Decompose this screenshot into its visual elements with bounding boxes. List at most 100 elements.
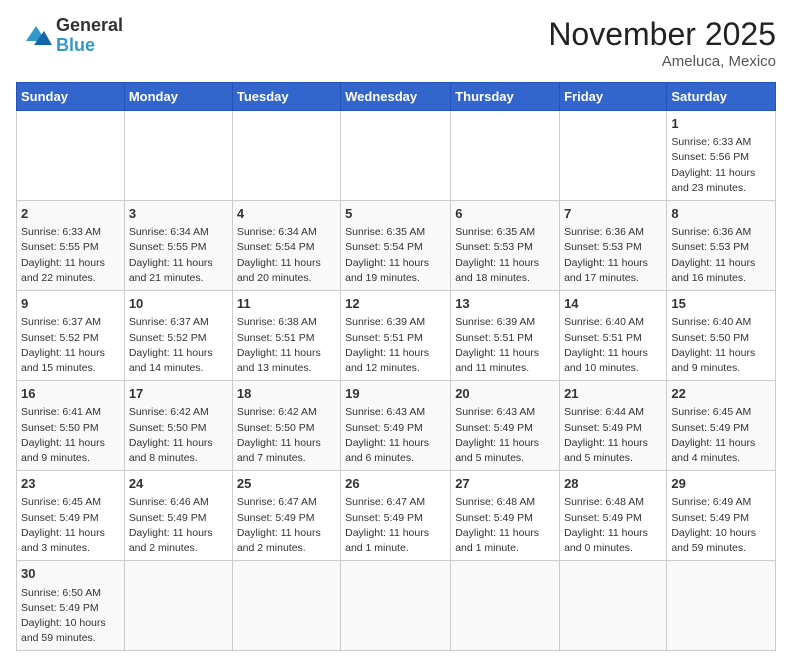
day-info: Sunrise: 6:34 AM Sunset: 5:55 PM Dayligh… bbox=[129, 225, 228, 286]
calendar-cell bbox=[124, 111, 232, 201]
calendar-cell: 16Sunrise: 6:41 AM Sunset: 5:50 PM Dayli… bbox=[17, 381, 125, 471]
calendar-cell bbox=[451, 111, 560, 201]
day-info: Sunrise: 6:33 AM Sunset: 5:55 PM Dayligh… bbox=[21, 225, 120, 286]
day-number: 13 bbox=[455, 295, 555, 313]
calendar-cell: 10 Sunrise: 6:37 AM Sunset: 5:52 PM Dayli… bbox=[124, 291, 232, 381]
calendar-cell: 13 Sunrise: 6:39 AM Sunset: 5:51 PM Dayli… bbox=[451, 291, 560, 381]
day-number: 12 bbox=[345, 295, 446, 313]
day-number: 2 bbox=[21, 205, 120, 223]
calendar-cell bbox=[451, 561, 560, 651]
weekday-header-sunday: Sunday bbox=[17, 83, 125, 111]
day-number: 5 bbox=[345, 205, 446, 223]
calendar-cell bbox=[341, 561, 451, 651]
day-info: Sunrise: 6:40 AM Sunset: 5:50 PM Dayligh… bbox=[671, 315, 771, 376]
calendar-cell: 14Sunrise: 6:40 AM Sunset: 5:51 PM Dayli… bbox=[560, 291, 667, 381]
weekday-header-monday: Monday bbox=[124, 83, 232, 111]
calendar-cell: 5 Sunrise: 6:35 AM Sunset: 5:54 PM Daylig… bbox=[341, 201, 451, 291]
day-number: 30 bbox=[21, 565, 120, 583]
calendar-cell bbox=[124, 561, 232, 651]
calendar-week-row: 2 Sunrise: 6:33 AM Sunset: 5:55 PM Daylig… bbox=[17, 201, 776, 291]
day-number: 6 bbox=[455, 205, 555, 223]
calendar-cell bbox=[232, 561, 340, 651]
calendar-cell bbox=[560, 561, 667, 651]
day-number: 16 bbox=[21, 385, 120, 403]
calendar-cell: 20Sunrise: 6:43 AM Sunset: 5:49 PM Dayli… bbox=[451, 381, 560, 471]
day-number: 18 bbox=[237, 385, 336, 403]
day-info: Sunrise: 6:35 AM Sunset: 5:54 PM Dayligh… bbox=[345, 225, 446, 286]
day-number: 17 bbox=[129, 385, 228, 403]
day-info: Sunrise: 6:45 AM Sunset: 5:49 PM Dayligh… bbox=[671, 405, 771, 466]
calendar-cell: 7 Sunrise: 6:36 AM Sunset: 5:53 PM Daylig… bbox=[560, 201, 667, 291]
day-number: 24 bbox=[129, 475, 228, 493]
day-number: 23 bbox=[21, 475, 120, 493]
calendar-cell: 29 Sunrise: 6:49 AM Sunset: 5:49 PM Dayli… bbox=[667, 471, 776, 561]
calendar-cell: 26 Sunrise: 6:47 AM Sunset: 5:49 PM Dayli… bbox=[341, 471, 451, 561]
calendar-cell bbox=[17, 111, 125, 201]
day-number: 4 bbox=[237, 205, 336, 223]
calendar-table: SundayMondayTuesdayWednesdayThursdayFrid… bbox=[16, 82, 776, 651]
day-number: 19 bbox=[345, 385, 446, 403]
day-info: Sunrise: 6:49 AM Sunset: 5:49 PM Dayligh… bbox=[671, 495, 771, 556]
calendar-week-row: 23 Sunrise: 6:45 AM Sunset: 5:49 PM Dayli… bbox=[17, 471, 776, 561]
page-header: General Blue November 2025 Ameluca, Mexi… bbox=[16, 16, 776, 70]
day-number: 8 bbox=[671, 205, 771, 223]
day-number: 14 bbox=[564, 295, 662, 313]
calendar-cell bbox=[560, 111, 667, 201]
day-number: 15 bbox=[671, 295, 771, 313]
day-info: Sunrise: 6:48 AM Sunset: 5:49 PM Dayligh… bbox=[455, 495, 555, 556]
day-info: Sunrise: 6:36 AM Sunset: 5:53 PM Dayligh… bbox=[671, 225, 771, 286]
weekday-header-thursday: Thursday bbox=[451, 83, 560, 111]
day-number: 1 bbox=[671, 115, 771, 133]
day-number: 25 bbox=[237, 475, 336, 493]
calendar-week-row: 16Sunrise: 6:41 AM Sunset: 5:50 PM Dayli… bbox=[17, 381, 776, 471]
calendar-cell bbox=[232, 111, 340, 201]
title-block: November 2025 Ameluca, Mexico bbox=[548, 16, 776, 70]
day-number: 10 bbox=[129, 295, 228, 313]
day-number: 7 bbox=[564, 205, 662, 223]
day-info: Sunrise: 6:39 AM Sunset: 5:51 PM Dayligh… bbox=[345, 315, 446, 376]
logo-text: General Blue bbox=[56, 16, 123, 56]
day-info: Sunrise: 6:48 AM Sunset: 5:49 PM Dayligh… bbox=[564, 495, 662, 556]
calendar-cell: 30Sunrise: 6:50 AM Sunset: 5:49 PM Dayli… bbox=[17, 561, 125, 651]
day-number: 9 bbox=[21, 295, 120, 313]
logo-blue: Blue bbox=[56, 35, 95, 55]
day-number: 26 bbox=[345, 475, 446, 493]
day-info: Sunrise: 6:36 AM Sunset: 5:53 PM Dayligh… bbox=[564, 225, 662, 286]
day-info: Sunrise: 6:45 AM Sunset: 5:49 PM Dayligh… bbox=[21, 495, 120, 556]
calendar-subtitle: Ameluca, Mexico bbox=[548, 53, 776, 70]
calendar-cell: 15 Sunrise: 6:40 AM Sunset: 5:50 PM Dayli… bbox=[667, 291, 776, 381]
calendar-cell: 28Sunrise: 6:48 AM Sunset: 5:49 PM Dayli… bbox=[560, 471, 667, 561]
day-info: Sunrise: 6:39 AM Sunset: 5:51 PM Dayligh… bbox=[455, 315, 555, 376]
calendar-cell: 25 Sunrise: 6:47 AM Sunset: 5:49 PM Dayli… bbox=[232, 471, 340, 561]
day-info: Sunrise: 6:43 AM Sunset: 5:49 PM Dayligh… bbox=[455, 405, 555, 466]
calendar-cell: 27 Sunrise: 6:48 AM Sunset: 5:49 PM Dayli… bbox=[451, 471, 560, 561]
day-info: Sunrise: 6:42 AM Sunset: 5:50 PM Dayligh… bbox=[129, 405, 228, 466]
calendar-cell: 4 Sunrise: 6:34 AM Sunset: 5:54 PM Daylig… bbox=[232, 201, 340, 291]
day-info: Sunrise: 6:46 AM Sunset: 5:49 PM Dayligh… bbox=[129, 495, 228, 556]
logo: General Blue bbox=[16, 16, 123, 56]
calendar-cell: 1Sunrise: 6:33 AM Sunset: 5:56 PM Daylig… bbox=[667, 111, 776, 201]
day-number: 11 bbox=[237, 295, 336, 313]
day-number: 3 bbox=[129, 205, 228, 223]
day-info: Sunrise: 6:37 AM Sunset: 5:52 PM Dayligh… bbox=[129, 315, 228, 376]
calendar-cell: 21 Sunrise: 6:44 AM Sunset: 5:49 PM Dayli… bbox=[560, 381, 667, 471]
day-info: Sunrise: 6:44 AM Sunset: 5:49 PM Dayligh… bbox=[564, 405, 662, 466]
day-info: Sunrise: 6:47 AM Sunset: 5:49 PM Dayligh… bbox=[345, 495, 446, 556]
calendar-cell: 17 Sunrise: 6:42 AM Sunset: 5:50 PM Dayli… bbox=[124, 381, 232, 471]
day-number: 27 bbox=[455, 475, 555, 493]
day-number: 21 bbox=[564, 385, 662, 403]
logo-icon bbox=[16, 21, 52, 51]
weekday-header-saturday: Saturday bbox=[667, 83, 776, 111]
day-number: 29 bbox=[671, 475, 771, 493]
calendar-cell bbox=[667, 561, 776, 651]
calendar-title: November 2025 bbox=[548, 16, 776, 53]
weekday-header-friday: Friday bbox=[560, 83, 667, 111]
day-info: Sunrise: 6:37 AM Sunset: 5:52 PM Dayligh… bbox=[21, 315, 120, 376]
day-info: Sunrise: 6:38 AM Sunset: 5:51 PM Dayligh… bbox=[237, 315, 336, 376]
calendar-cell: 12 Sunrise: 6:39 AM Sunset: 5:51 PM Dayli… bbox=[341, 291, 451, 381]
calendar-cell: 3 Sunrise: 6:34 AM Sunset: 5:55 PM Daylig… bbox=[124, 201, 232, 291]
day-info: Sunrise: 6:34 AM Sunset: 5:54 PM Dayligh… bbox=[237, 225, 336, 286]
calendar-cell: 11 Sunrise: 6:38 AM Sunset: 5:51 PM Dayli… bbox=[232, 291, 340, 381]
calendar-cell: 24 Sunrise: 6:46 AM Sunset: 5:49 PM Dayli… bbox=[124, 471, 232, 561]
day-info: Sunrise: 6:47 AM Sunset: 5:49 PM Dayligh… bbox=[237, 495, 336, 556]
